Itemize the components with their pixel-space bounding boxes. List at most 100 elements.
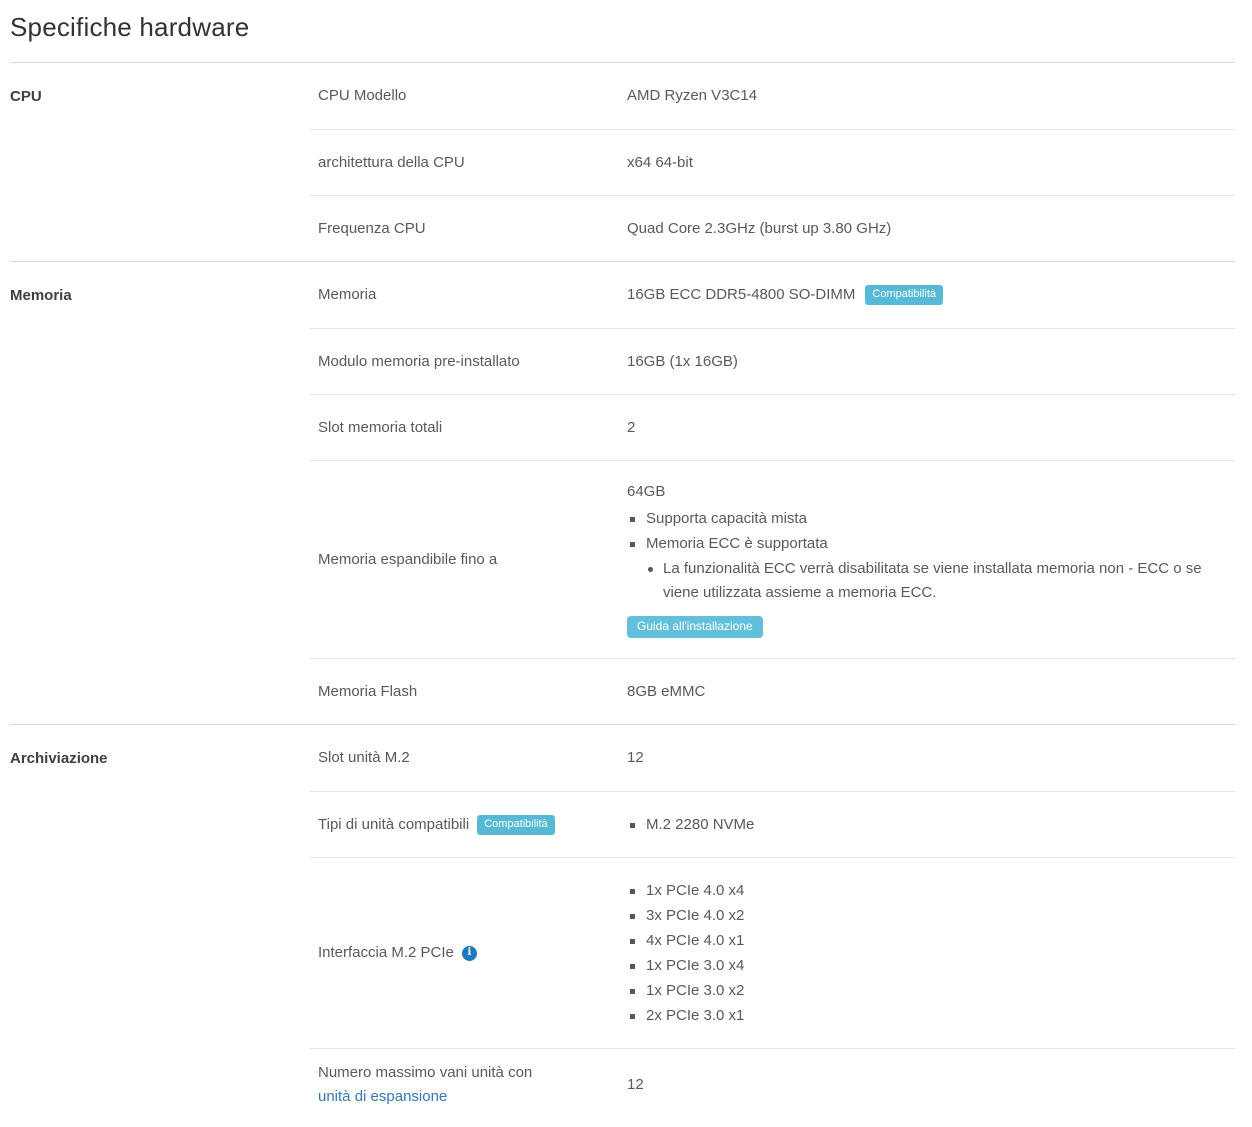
spec-label-cell: Slot unità M.2 (310, 725, 627, 791)
spec-row: Modulo memoria pre-installato 16GB (1x 16… (310, 328, 1235, 394)
section-rows: Slot unità M.212Tipi di unità compatibil… (310, 725, 1235, 1121)
spec-value-item: M.2 2280 NVMe (627, 813, 754, 837)
spec-row: Numero massimo vani unità con unità di e… (310, 1048, 1235, 1121)
spec-value-cell: 12 (627, 725, 1235, 791)
spec-value-cell: 2 (627, 395, 1235, 460)
spec-label: Modulo memoria pre-installato (318, 350, 520, 374)
spec-value: AMD Ryzen V3C14 (627, 85, 757, 107)
spec-value-item-text: M.2 2280 NVMe (646, 813, 754, 837)
spec-label-cell: Interfaccia M.2 PCIe i (310, 858, 627, 1048)
spec-table: CPU CPU Modello AMD Ryzen V3C14 architettur… (10, 62, 1235, 1121)
spec-value-item-text: 2x PCIe 3.0 x1 (646, 1004, 744, 1028)
spec-row: Frequenza CPU Quad Core 2.3GHz (burst up … (310, 195, 1235, 261)
spec-value: 16GB ECC DDR5-4800 SO-DIMM (627, 284, 855, 306)
spec-row: Memoria 16GB ECC DDR5-4800 SO-DIMM Compati… (310, 262, 1235, 328)
spec-value: 16GB (1x 16GB) (627, 351, 738, 373)
square-bullet-icon (630, 939, 635, 944)
category-label-cpu: CPU (10, 63, 310, 129)
spec-value-line: 16GB ECC DDR5-4800 SO-DIMM Compatibilità (627, 284, 943, 306)
spec-label: Tipi di unità compatibili (318, 813, 469, 837)
spec-value-item: Memoria ECC è supportata (627, 532, 828, 556)
section-cpu: CPU CPU Modello AMD Ryzen V3C14 architettur… (10, 62, 1235, 261)
spec-value-cell: x64 64-bit (627, 130, 1235, 195)
spec-label: Slot memoria totali (318, 416, 442, 440)
section-rows: Memoria 16GB ECC DDR5-4800 SO-DIMM Compati… (310, 262, 1235, 724)
spec-value: x64 64-bit (627, 152, 693, 174)
spec-value-cell: Quad Core 2.3GHz (burst up 3.80 GHz) (627, 196, 1235, 261)
spec-row: Memoria espandibile fino a64GB Supporta c… (310, 460, 1235, 658)
spec-value-cell: 16GB ECC DDR5-4800 SO-DIMM Compatibilità (627, 262, 1235, 328)
spec-label-cell: Numero massimo vani unità con unità di e… (310, 1049, 627, 1121)
page-title: Specifiche hardware (10, 0, 1235, 44)
spec-label: Memoria (318, 283, 376, 307)
spec-value-line: 16GB (1x 16GB) (627, 351, 738, 373)
spec-value-cell: 16GB (1x 16GB) (627, 329, 1235, 394)
spec-label: Memoria Flash (318, 680, 417, 704)
spec-label-cell: architettura della CPU (310, 130, 627, 195)
spec-label-cell: Slot memoria totali (310, 395, 627, 460)
spec-value-cell: 12 (627, 1049, 1235, 1121)
spec-row: CPU Modello AMD Ryzen V3C14 (310, 63, 1235, 129)
compatibility-badge[interactable]: Compatibilità (477, 815, 555, 835)
spec-value-line: 2 (627, 417, 635, 439)
spec-value-cell: 8GB eMMC (627, 659, 1235, 724)
spec-value-cell: 64GB Supporta capacità mistaMemoria ECC è… (627, 461, 1235, 658)
category-label-memoria: Memoria (10, 262, 310, 328)
spec-label: architettura della CPU (318, 151, 465, 175)
square-bullet-icon (630, 1014, 635, 1019)
spec-row: Slot memoria totali 2 (310, 394, 1235, 460)
spec-value-item-text: Supporta capacità mista (646, 507, 807, 531)
spec-label-cell: Memoria (310, 262, 627, 328)
spec-value: 12 (627, 1074, 644, 1096)
spec-value-item: Supporta capacità mista (627, 507, 807, 531)
info-icon[interactable]: i (462, 946, 477, 961)
spec-row: Tipi di unità compatibili Compatibilità M.… (310, 791, 1235, 857)
square-bullet-icon (630, 823, 635, 828)
spec-value-cell: 1x PCIe 4.0 x43x PCIe 4.0 x24x PCIe 4.0 … (627, 858, 1235, 1048)
spec-value-line: 12 (627, 1074, 644, 1096)
spec-value-line: 8GB eMMC (627, 681, 705, 703)
spec-label-cell: Tipi di unità compatibili Compatibilità (310, 792, 627, 857)
spec-value-item: 2x PCIe 3.0 x1 (627, 1004, 744, 1028)
spec-label: CPU Modello (318, 84, 406, 108)
spec-label-cell: Memoria espandibile fino a (310, 461, 627, 658)
spec-row: Interfaccia M.2 PCIe i 1x PCIe 4.0 x43x PC… (310, 857, 1235, 1048)
square-bullet-icon (630, 914, 635, 919)
square-bullet-icon (630, 517, 635, 522)
spec-label-cell: CPU Modello (310, 63, 627, 129)
spec-value-cell: M.2 2280 NVMe (627, 792, 1235, 857)
spec-value-line: 64GB (627, 481, 665, 503)
installation-guide-button[interactable]: Guida all'installazione (627, 616, 763, 638)
spec-label: Interfaccia M.2 PCIe (318, 941, 454, 965)
section-rows: CPU Modello AMD Ryzen V3C14 architettura d… (310, 63, 1235, 261)
spec-value-line: x64 64-bit (627, 152, 693, 174)
hardware-specs-page: Specifiche hardware CPU CPU Modello AMD Ry… (0, 0, 1252, 1121)
spec-row: Memoria Flash 8GB eMMC (310, 658, 1235, 724)
square-bullet-icon (630, 964, 635, 969)
square-bullet-icon (630, 889, 635, 894)
spec-row: Slot unità M.2 12 (310, 725, 1235, 791)
expansion-unit-link[interactable]: unità di espansione (318, 1085, 447, 1109)
spec-value-line: Quad Core 2.3GHz (burst up 3.80 GHz) (627, 218, 891, 240)
spec-label: Frequenza CPU (318, 217, 426, 241)
spec-value-item-text: 4x PCIe 4.0 x1 (646, 929, 744, 953)
spec-row: architettura della CPU x64 64-bit (310, 129, 1235, 195)
spec-label: Slot unità M.2 (318, 746, 410, 770)
compatibility-badge[interactable]: Compatibilità (865, 285, 943, 305)
spec-value: Quad Core 2.3GHz (burst up 3.80 GHz) (627, 218, 891, 240)
round-bullet-icon (648, 567, 653, 572)
category-label-archiviazione: Archiviazione (10, 725, 310, 791)
spec-label-cell: Memoria Flash (310, 659, 627, 724)
spec-value-item: 1x PCIe 3.0 x2 (627, 979, 744, 1003)
spec-value-item: 1x PCIe 3.0 x4 (627, 954, 744, 978)
spec-value-item: 4x PCIe 4.0 x1 (627, 929, 744, 953)
spec-value: 2 (627, 417, 635, 439)
spec-value-subitem: La funzionalità ECC verrà disabilitata s… (627, 557, 1208, 605)
square-bullet-icon (630, 542, 635, 547)
spec-value-subitem-text: La funzionalità ECC verrà disabilitata s… (663, 557, 1208, 605)
spec-value: 8GB eMMC (627, 681, 705, 703)
spec-label: Numero massimo vani unità con (318, 1061, 536, 1085)
spec-value-item-text: 3x PCIe 4.0 x2 (646, 904, 744, 928)
section-memoria: Memoria Memoria 16GB ECC DDR5-4800 SO-DIMM… (10, 261, 1235, 724)
spec-label-cell: Modulo memoria pre-installato (310, 329, 627, 394)
